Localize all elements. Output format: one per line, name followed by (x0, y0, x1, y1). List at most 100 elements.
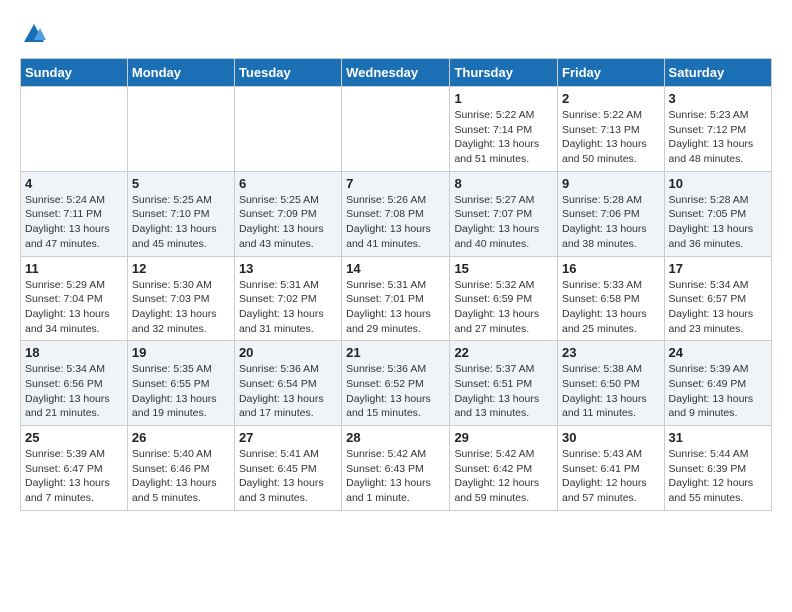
calendar-cell: 18Sunrise: 5:34 AMSunset: 6:56 PMDayligh… (21, 341, 128, 426)
day-number: 24 (669, 345, 767, 360)
day-header-friday: Friday (558, 59, 665, 87)
day-number: 28 (346, 430, 445, 445)
day-info: Sunrise: 5:26 AMSunset: 7:08 PMDaylight:… (346, 193, 445, 252)
day-number: 30 (562, 430, 660, 445)
day-number: 18 (25, 345, 123, 360)
day-info: Sunrise: 5:41 AMSunset: 6:45 PMDaylight:… (239, 447, 337, 506)
page-header (20, 20, 772, 48)
day-number: 3 (669, 91, 767, 106)
calendar-cell (342, 87, 450, 172)
calendar-cell: 29 Sunrise: 5:42 AMSunset: 6:42 PMDayligh… (450, 426, 558, 511)
day-number: 8 (454, 176, 553, 191)
calendar-cell: 6Sunrise: 5:25 AMSunset: 7:09 PMDaylight… (234, 171, 341, 256)
day-info: Sunrise: 5:28 AMSunset: 7:05 PMDaylight:… (669, 193, 767, 252)
day-info: Sunrise: 5:32 AMSunset: 6:59 PMDaylight:… (454, 278, 553, 337)
calendar-cell: 22 Sunrise: 5:37 AMSunset: 6:51 PMDayligh… (450, 341, 558, 426)
day-info: Sunrise: 5:27 AMSunset: 7:07 PMDaylight:… (454, 193, 553, 252)
day-info: Sunrise: 5:36 AMSunset: 6:54 PMDaylight:… (239, 362, 337, 421)
day-number: 31 (669, 430, 767, 445)
day-info: Sunrise: 5:36 AMSunset: 6:52 PMDaylight:… (346, 362, 445, 421)
day-info: Sunrise: 5:29 AMSunset: 7:04 PMDaylight:… (25, 278, 123, 337)
calendar-cell: 1 Sunrise: 5:22 AMSunset: 7:14 PMDaylight… (450, 87, 558, 172)
day-number: 5 (132, 176, 230, 191)
day-info: Sunrise: 5:35 AMSunset: 6:55 PMDaylight:… (132, 362, 230, 421)
day-number: 13 (239, 261, 337, 276)
day-number: 14 (346, 261, 445, 276)
day-info: Sunrise: 5:40 AMSunset: 6:46 PMDaylight:… (132, 447, 230, 506)
header-row: SundayMondayTuesdayWednesdayThursdayFrid… (21, 59, 772, 87)
day-info: Sunrise: 5:34 AMSunset: 6:57 PMDaylight:… (669, 278, 767, 337)
day-number: 6 (239, 176, 337, 191)
day-number: 15 (454, 261, 553, 276)
calendar-cell (234, 87, 341, 172)
day-number: 26 (132, 430, 230, 445)
calendar-cell: 13 Sunrise: 5:31 AMSunset: 7:02 PMDayligh… (234, 256, 341, 341)
day-number: 21 (346, 345, 445, 360)
day-number: 16 (562, 261, 660, 276)
day-number: 11 (25, 261, 123, 276)
calendar-cell: 7Sunrise: 5:26 AMSunset: 7:08 PMDaylight… (342, 171, 450, 256)
day-header-wednesday: Wednesday (342, 59, 450, 87)
day-number: 22 (454, 345, 553, 360)
day-info: Sunrise: 5:43 AMSunset: 6:41 PMDaylight:… (562, 447, 660, 506)
logo (20, 20, 52, 48)
day-number: 27 (239, 430, 337, 445)
day-header-saturday: Saturday (664, 59, 771, 87)
calendar-cell: 2 Sunrise: 5:22 AMSunset: 7:13 PMDaylight… (558, 87, 665, 172)
calendar-cell (21, 87, 128, 172)
calendar-cell: 9Sunrise: 5:28 AMSunset: 7:06 PMDaylight… (558, 171, 665, 256)
day-info: Sunrise: 5:39 AMSunset: 6:47 PMDaylight:… (25, 447, 123, 506)
day-info: Sunrise: 5:25 AMSunset: 7:10 PMDaylight:… (132, 193, 230, 252)
day-number: 17 (669, 261, 767, 276)
calendar-cell: 4 Sunrise: 5:24 AMSunset: 7:11 PMDaylight… (21, 171, 128, 256)
calendar-week-3: 11 Sunrise: 5:29 AMSunset: 7:04 PMDayligh… (21, 256, 772, 341)
calendar-table: SundayMondayTuesdayWednesdayThursdayFrid… (20, 58, 772, 511)
day-info: Sunrise: 5:23 AMSunset: 7:12 PMDaylight:… (669, 108, 767, 167)
day-number: 10 (669, 176, 767, 191)
calendar-cell: 3 Sunrise: 5:23 AMSunset: 7:12 PMDaylight… (664, 87, 771, 172)
day-info: Sunrise: 5:24 AMSunset: 7:11 PMDaylight:… (25, 193, 123, 252)
day-info: Sunrise: 5:22 AMSunset: 7:14 PMDaylight:… (454, 108, 553, 167)
day-number: 20 (239, 345, 337, 360)
day-info: Sunrise: 5:30 AMSunset: 7:03 PMDaylight:… (132, 278, 230, 337)
day-number: 23 (562, 345, 660, 360)
calendar-cell: 21 Sunrise: 5:36 AMSunset: 6:52 PMDayligh… (342, 341, 450, 426)
day-number: 29 (454, 430, 553, 445)
day-number: 25 (25, 430, 123, 445)
calendar-cell: 12 Sunrise: 5:30 AMSunset: 7:03 PMDayligh… (127, 256, 234, 341)
calendar-cell: 26 Sunrise: 5:40 AMSunset: 6:46 PMDayligh… (127, 426, 234, 511)
day-number: 2 (562, 91, 660, 106)
calendar-cell: 24 Sunrise: 5:39 AMSunset: 6:49 PMDayligh… (664, 341, 771, 426)
day-info: Sunrise: 5:39 AMSunset: 6:49 PMDaylight:… (669, 362, 767, 421)
day-info: Sunrise: 5:44 AMSunset: 6:39 PMDaylight:… (669, 447, 767, 506)
logo-icon (20, 20, 48, 48)
day-info: Sunrise: 5:31 AMSunset: 7:02 PMDaylight:… (239, 278, 337, 337)
calendar-cell: 15 Sunrise: 5:32 AMSunset: 6:59 PMDayligh… (450, 256, 558, 341)
day-number: 4 (25, 176, 123, 191)
day-header-monday: Monday (127, 59, 234, 87)
day-header-sunday: Sunday (21, 59, 128, 87)
calendar-cell: 10 Sunrise: 5:28 AMSunset: 7:05 PMDayligh… (664, 171, 771, 256)
calendar-cell: 28Sunrise: 5:42 AMSunset: 6:43 PMDayligh… (342, 426, 450, 511)
day-header-thursday: Thursday (450, 59, 558, 87)
day-number: 19 (132, 345, 230, 360)
day-info: Sunrise: 5:37 AMSunset: 6:51 PMDaylight:… (454, 362, 553, 421)
calendar-cell: 31 Sunrise: 5:44 AMSunset: 6:39 PMDayligh… (664, 426, 771, 511)
calendar-cell: 20 Sunrise: 5:36 AMSunset: 6:54 PMDayligh… (234, 341, 341, 426)
calendar-cell: 30 Sunrise: 5:43 AMSunset: 6:41 PMDayligh… (558, 426, 665, 511)
calendar-cell: 27 Sunrise: 5:41 AMSunset: 6:45 PMDayligh… (234, 426, 341, 511)
calendar-cell: 19 Sunrise: 5:35 AMSunset: 6:55 PMDayligh… (127, 341, 234, 426)
day-info: Sunrise: 5:42 AMSunset: 6:42 PMDaylight:… (454, 447, 553, 506)
day-number: 12 (132, 261, 230, 276)
day-number: 1 (454, 91, 553, 106)
day-info: Sunrise: 5:28 AMSunset: 7:06 PMDaylight:… (562, 193, 660, 252)
day-info: Sunrise: 5:22 AMSunset: 7:13 PMDaylight:… (562, 108, 660, 167)
calendar-week-1: 1 Sunrise: 5:22 AMSunset: 7:14 PMDaylight… (21, 87, 772, 172)
calendar-cell: 25 Sunrise: 5:39 AMSunset: 6:47 PMDayligh… (21, 426, 128, 511)
calendar-cell: 14Sunrise: 5:31 AMSunset: 7:01 PMDayligh… (342, 256, 450, 341)
calendar-cell: 17 Sunrise: 5:34 AMSunset: 6:57 PMDayligh… (664, 256, 771, 341)
calendar-cell: 11 Sunrise: 5:29 AMSunset: 7:04 PMDayligh… (21, 256, 128, 341)
day-info: Sunrise: 5:38 AMSunset: 6:50 PMDaylight:… (562, 362, 660, 421)
calendar-cell: 23 Sunrise: 5:38 AMSunset: 6:50 PMDayligh… (558, 341, 665, 426)
day-info: Sunrise: 5:33 AMSunset: 6:58 PMDaylight:… (562, 278, 660, 337)
